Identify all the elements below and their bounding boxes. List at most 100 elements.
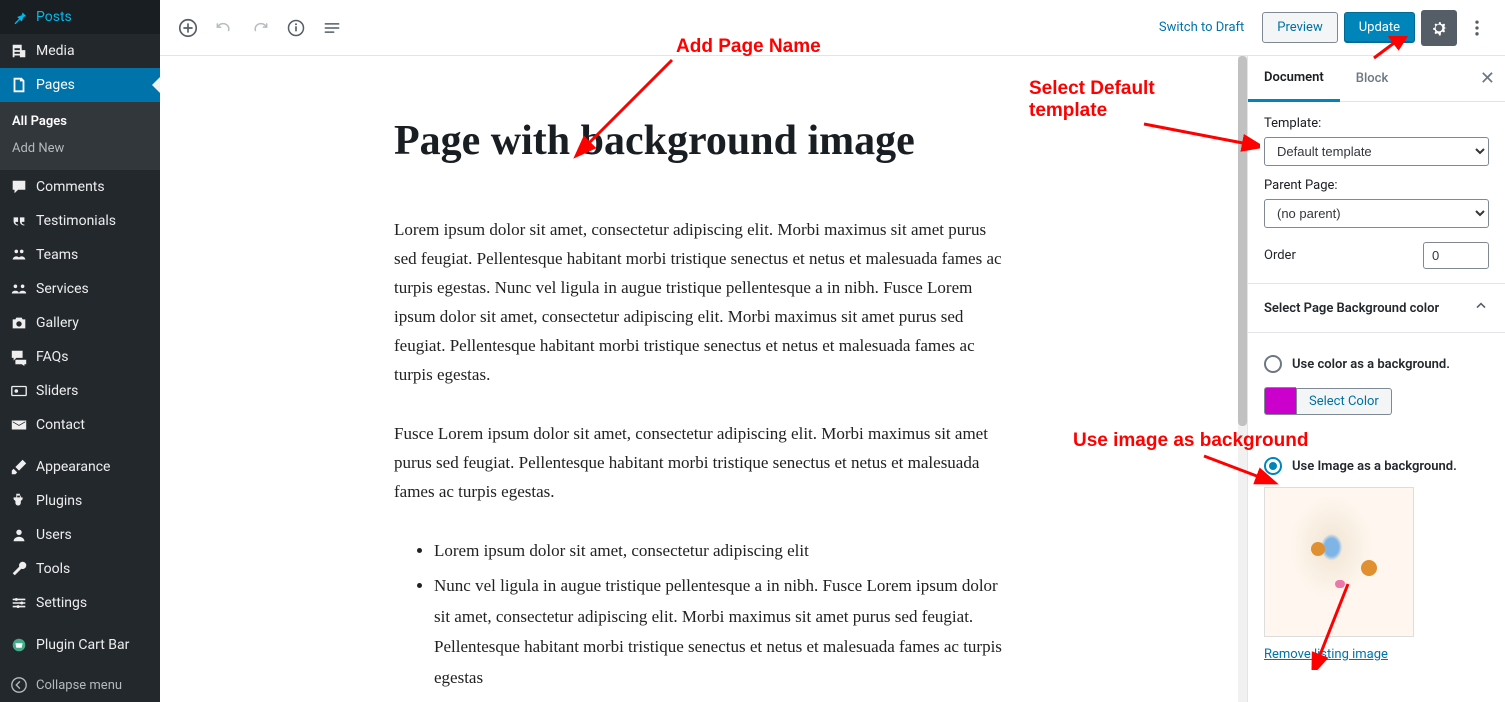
template-select[interactable]: Default template xyxy=(1264,137,1489,166)
sidebar-item-appearance[interactable]: Appearance xyxy=(0,450,160,484)
comment-icon xyxy=(10,178,28,196)
sidebar-item-plugin-cart-bar[interactable]: Plugin Cart Bar xyxy=(0,628,160,662)
mail-icon xyxy=(10,416,28,434)
sidebar-item-pages[interactable]: Pages xyxy=(0,68,160,102)
sidebar-item-label: Appearance xyxy=(36,459,110,475)
inspector-tabs: Document Block ✕ xyxy=(1248,56,1505,102)
gear-icon xyxy=(1429,18,1449,38)
sidebar-item-teams[interactable]: Teams xyxy=(0,238,160,272)
sidebar-item-label: Pages xyxy=(36,77,75,93)
order-label: Order xyxy=(1264,248,1296,263)
radio-use-color[interactable] xyxy=(1264,355,1282,373)
remove-listing-image-link[interactable]: Remove listing image xyxy=(1264,647,1388,662)
sidebar-item-sliders[interactable]: Sliders xyxy=(0,374,160,408)
close-icon: ✕ xyxy=(1480,68,1495,89)
sidebar-item-posts[interactable]: Posts xyxy=(0,0,160,34)
sidebar-item-gallery[interactable]: Gallery xyxy=(0,306,160,340)
sidebar-item-label: Plugins xyxy=(36,493,82,509)
brush-icon xyxy=(10,458,28,476)
sidebar-item-label: Sliders xyxy=(36,383,78,399)
slider-icon xyxy=(10,382,28,400)
inspector-sidebar: Document Block ✕ Template: Default templ… xyxy=(1247,56,1505,702)
content-structure-button[interactable] xyxy=(278,10,314,46)
redo-button[interactable] xyxy=(242,10,278,46)
wrench-icon xyxy=(10,560,28,578)
sidebar-item-settings[interactable]: Settings xyxy=(0,586,160,620)
template-label: Template: xyxy=(1264,116,1489,131)
sidebar-item-label: Media xyxy=(36,43,75,59)
bg-color-panel-body: Use color as a background. Select Color … xyxy=(1248,333,1505,676)
plug-icon xyxy=(10,492,28,510)
collapse-icon xyxy=(10,676,28,694)
preview-button[interactable]: Preview xyxy=(1262,12,1337,43)
quote-icon xyxy=(10,212,28,230)
radio-use-color-label: Use color as a background. xyxy=(1292,357,1450,372)
bg-color-panel-header[interactable]: Select Page Background color xyxy=(1248,284,1505,333)
sidebar-item-label: Contact xyxy=(36,417,85,433)
sidebar-item-services[interactable]: Services xyxy=(0,272,160,306)
user-icon xyxy=(10,526,28,544)
parent-page-select[interactable]: (no parent) xyxy=(1264,199,1489,228)
sidebar-item-label: FAQs xyxy=(36,349,69,365)
page-attributes-panel: Template: Default template Parent Page: … xyxy=(1248,102,1505,284)
settings-toggle-button[interactable] xyxy=(1421,10,1457,46)
close-inspector-button[interactable]: ✕ xyxy=(1470,68,1505,89)
page-icon xyxy=(10,76,28,94)
sidebar-item-plugins[interactable]: Plugins xyxy=(0,484,160,518)
color-swatch[interactable] xyxy=(1264,387,1296,415)
sidebar-item-tools[interactable]: Tools xyxy=(0,552,160,586)
sidebar-item-users[interactable]: Users xyxy=(0,518,160,552)
sidebar-item-label: Tools xyxy=(36,561,70,577)
cart-icon xyxy=(10,636,28,654)
sidebar-item-contact[interactable]: Contact xyxy=(0,408,160,442)
bg-color-panel-title: Select Page Background color xyxy=(1264,301,1439,316)
camera-icon xyxy=(10,314,28,332)
switch-to-draft-button[interactable]: Switch to Draft xyxy=(1147,12,1256,43)
chat-icon xyxy=(10,348,28,366)
sidebar-item-media[interactable]: Media xyxy=(0,34,160,68)
paragraph-block[interactable]: Lorem ipsum dolor sit amet, consectetur … xyxy=(394,216,1004,389)
radio-use-image[interactable] xyxy=(1264,457,1282,475)
tab-block[interactable]: Block xyxy=(1340,57,1404,100)
update-button[interactable]: Update xyxy=(1344,12,1415,43)
pin-icon xyxy=(10,8,28,26)
undo-button[interactable] xyxy=(206,10,242,46)
sidebar-item-label: Testimonials xyxy=(36,213,116,229)
collapse-menu-button[interactable]: Collapse menu xyxy=(0,668,160,702)
sidebar-item-faqs[interactable]: FAQs xyxy=(0,340,160,374)
select-color-button[interactable]: Select Color xyxy=(1296,388,1392,415)
sidebar-item-label: Settings xyxy=(36,595,87,611)
editor-canvas[interactable]: Page with background image Lorem ipsum d… xyxy=(160,56,1238,702)
add-block-button[interactable] xyxy=(170,10,206,46)
sidebar-subitem[interactable]: Add New xyxy=(0,135,160,162)
kebab-icon xyxy=(1467,18,1487,38)
sidebar-item-label: Users xyxy=(36,527,72,543)
group-icon xyxy=(10,246,28,264)
list-block[interactable]: Lorem ipsum dolor sit amet, consectetur … xyxy=(434,536,1004,693)
sidebar-item-label: Gallery xyxy=(36,315,79,331)
more-options-button[interactable] xyxy=(1459,10,1495,46)
sidebar-item-testimonials[interactable]: Testimonials xyxy=(0,204,160,238)
radio-use-image-label: Use Image as a background. xyxy=(1292,459,1457,474)
group2-icon xyxy=(10,280,28,298)
sidebar-item-comments[interactable]: Comments xyxy=(0,170,160,204)
list-item[interactable]: Nunc vel ligula in augue tristique pelle… xyxy=(434,571,1004,693)
sidebar-item-label: Teams xyxy=(36,247,78,263)
editor-scrollbar[interactable] xyxy=(1238,56,1247,702)
tab-document[interactable]: Document xyxy=(1248,56,1340,102)
parent-page-label: Parent Page: xyxy=(1264,178,1489,193)
collapse-menu-label: Collapse menu xyxy=(36,678,122,693)
scrollbar-thumb[interactable] xyxy=(1238,56,1247,426)
background-image-thumbnail[interactable] xyxy=(1264,487,1414,637)
page-title[interactable]: Page with background image xyxy=(394,116,1004,166)
chevron-up-icon xyxy=(1473,298,1489,318)
sidebar-item-label: Comments xyxy=(36,179,105,195)
sidebar-subitem[interactable]: All Pages xyxy=(0,108,160,135)
paragraph-block[interactable]: Fusce Lorem ipsum dolor sit amet, consec… xyxy=(394,420,1004,507)
order-input[interactable] xyxy=(1423,242,1489,269)
list-item[interactable]: Lorem ipsum dolor sit amet, consectetur … xyxy=(434,536,1004,567)
sliders-icon xyxy=(10,594,28,612)
editor-header: Switch to Draft Preview Update xyxy=(160,0,1505,56)
sidebar-item-label: Services xyxy=(36,281,89,297)
block-navigation-button[interactable] xyxy=(314,10,350,46)
